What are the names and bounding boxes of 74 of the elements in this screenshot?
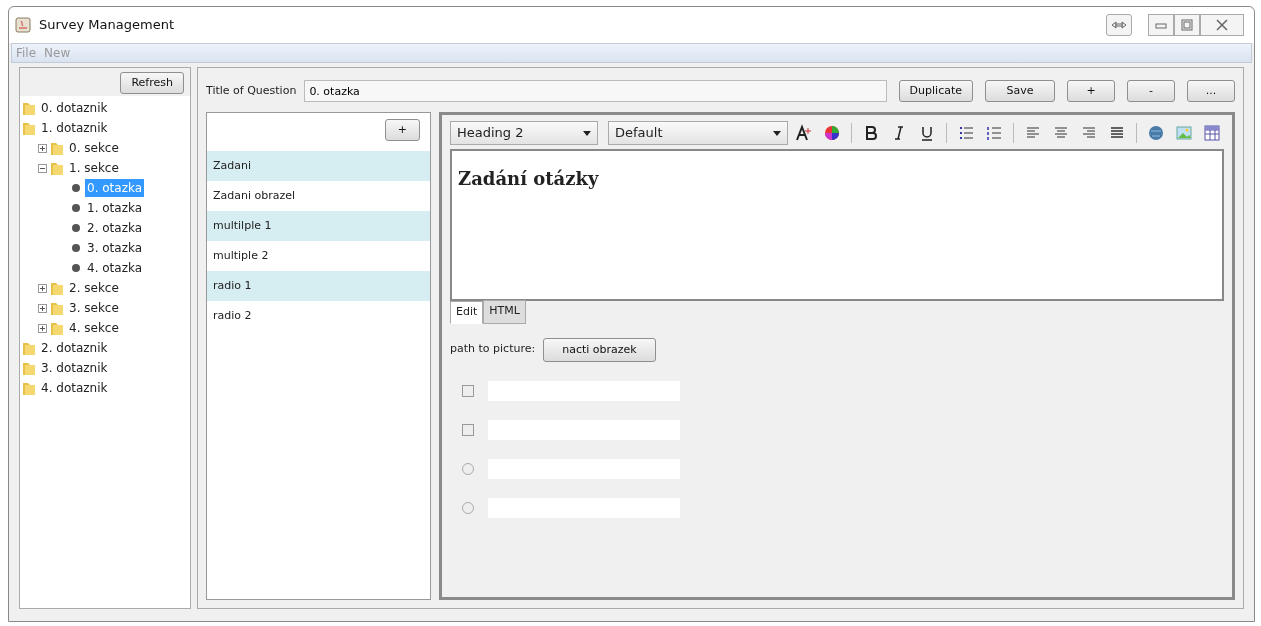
window-title: Survey Management [39,16,174,35]
list-item[interactable]: Zadani [207,151,430,181]
caret-icon [583,130,591,136]
folder-icon [50,280,64,296]
tree-item[interactable]: 3. dotaznik [39,359,110,377]
folder-icon [22,100,36,116]
toolbar-button[interactable]: Duplicate [898,80,973,102]
add-button[interactable]: + [384,119,420,141]
field-label: path to picture: [450,341,536,358]
field-label: Title of Question [206,82,297,99]
tree-item[interactable]: 0. sekce [67,139,121,157]
caret-icon [773,130,781,136]
image-icon[interactable] [1175,124,1193,142]
minimize-button[interactable] [1148,14,1174,36]
tree-item[interactable]: 3. otazka [85,239,145,257]
folder-icon [50,300,64,316]
list-item[interactable]: multiple 2 [207,241,430,271]
tree-item[interactable]: 4. sekce [67,319,121,337]
title-field[interactable]: 0. otazka [304,80,887,102]
tree-item[interactable]: 2. sekce [67,279,121,297]
checkbox[interactable] [462,423,474,436]
tree-item[interactable]: 2. otazka [85,219,145,237]
toolbar-button[interactable]: Save [985,80,1055,102]
toolbar-button[interactable]: + [1067,80,1115,102]
toolbar-button[interactable]: - [1127,80,1175,102]
refresh-button[interactable]: Refresh [120,72,184,94]
tree-item[interactable]: 4. dotaznik [39,379,110,397]
expand-toggle-icon[interactable] [38,143,47,153]
double-arrow-icon [1111,21,1127,29]
folder-icon [50,140,64,156]
folder-icon [22,380,36,396]
editor-area[interactable]: Zadání otázky [450,149,1224,301]
folder-icon [22,120,36,136]
collapse-toggle-icon[interactable] [38,163,47,173]
list-item[interactable]: Zadani obrazel [207,181,430,211]
app-icon [15,17,31,33]
tree-item[interactable]: 2. dotaznik [39,339,110,357]
color-wheel-icon[interactable] [823,124,841,142]
editor-heading: Zadání otázky [458,167,600,191]
tree-item[interactable]: 1. dotaznik [39,119,110,137]
tree-item[interactable]: 0. dotaznik [39,99,110,117]
expand-toggle-icon[interactable] [38,323,47,333]
folder-icon [50,160,64,176]
tab[interactable]: Edit [450,301,484,324]
bullet-list-icon[interactable] [957,124,975,142]
tree-item[interactable]: 4. otazka [85,259,145,277]
expand-toggle-icon[interactable] [38,283,47,293]
radio-button[interactable] [462,501,474,514]
folder-icon [50,320,64,336]
close-button[interactable] [1200,14,1244,36]
maximize-icon [1180,18,1194,32]
font-size-icon[interactable] [795,124,813,142]
globe-icon[interactable] [1147,124,1165,142]
list-item[interactable]: radio 1 [207,271,430,301]
folder-icon [22,360,36,376]
tab[interactable]: HTML [483,300,526,324]
tree-item[interactable]: 3. sekce [67,299,121,317]
folder-icon [22,340,36,356]
resize-button[interactable] [1106,14,1132,36]
numbered-list-icon[interactable] [985,124,1003,142]
expand-toggle-icon[interactable] [38,303,47,313]
dropdown[interactable]: Default [608,121,788,145]
checkbox[interactable] [462,384,474,397]
load-picture-button[interactable]: nacti obrazek [543,337,656,362]
dropdown[interactable]: Heading 2 [450,121,598,145]
tree-item[interactable]: 1. sekce [67,159,121,177]
close-icon [1215,18,1229,32]
toolbar-button[interactable]: ... [1187,80,1235,102]
radio-button[interactable] [462,462,474,475]
table-icon[interactable] [1203,124,1221,142]
list-item[interactable]: multilple 1 [207,211,430,241]
tree-item[interactable]: 1. otazka [85,199,145,217]
list-item[interactable]: radio 2 [207,301,430,331]
maximize-button[interactable] [1174,14,1200,36]
